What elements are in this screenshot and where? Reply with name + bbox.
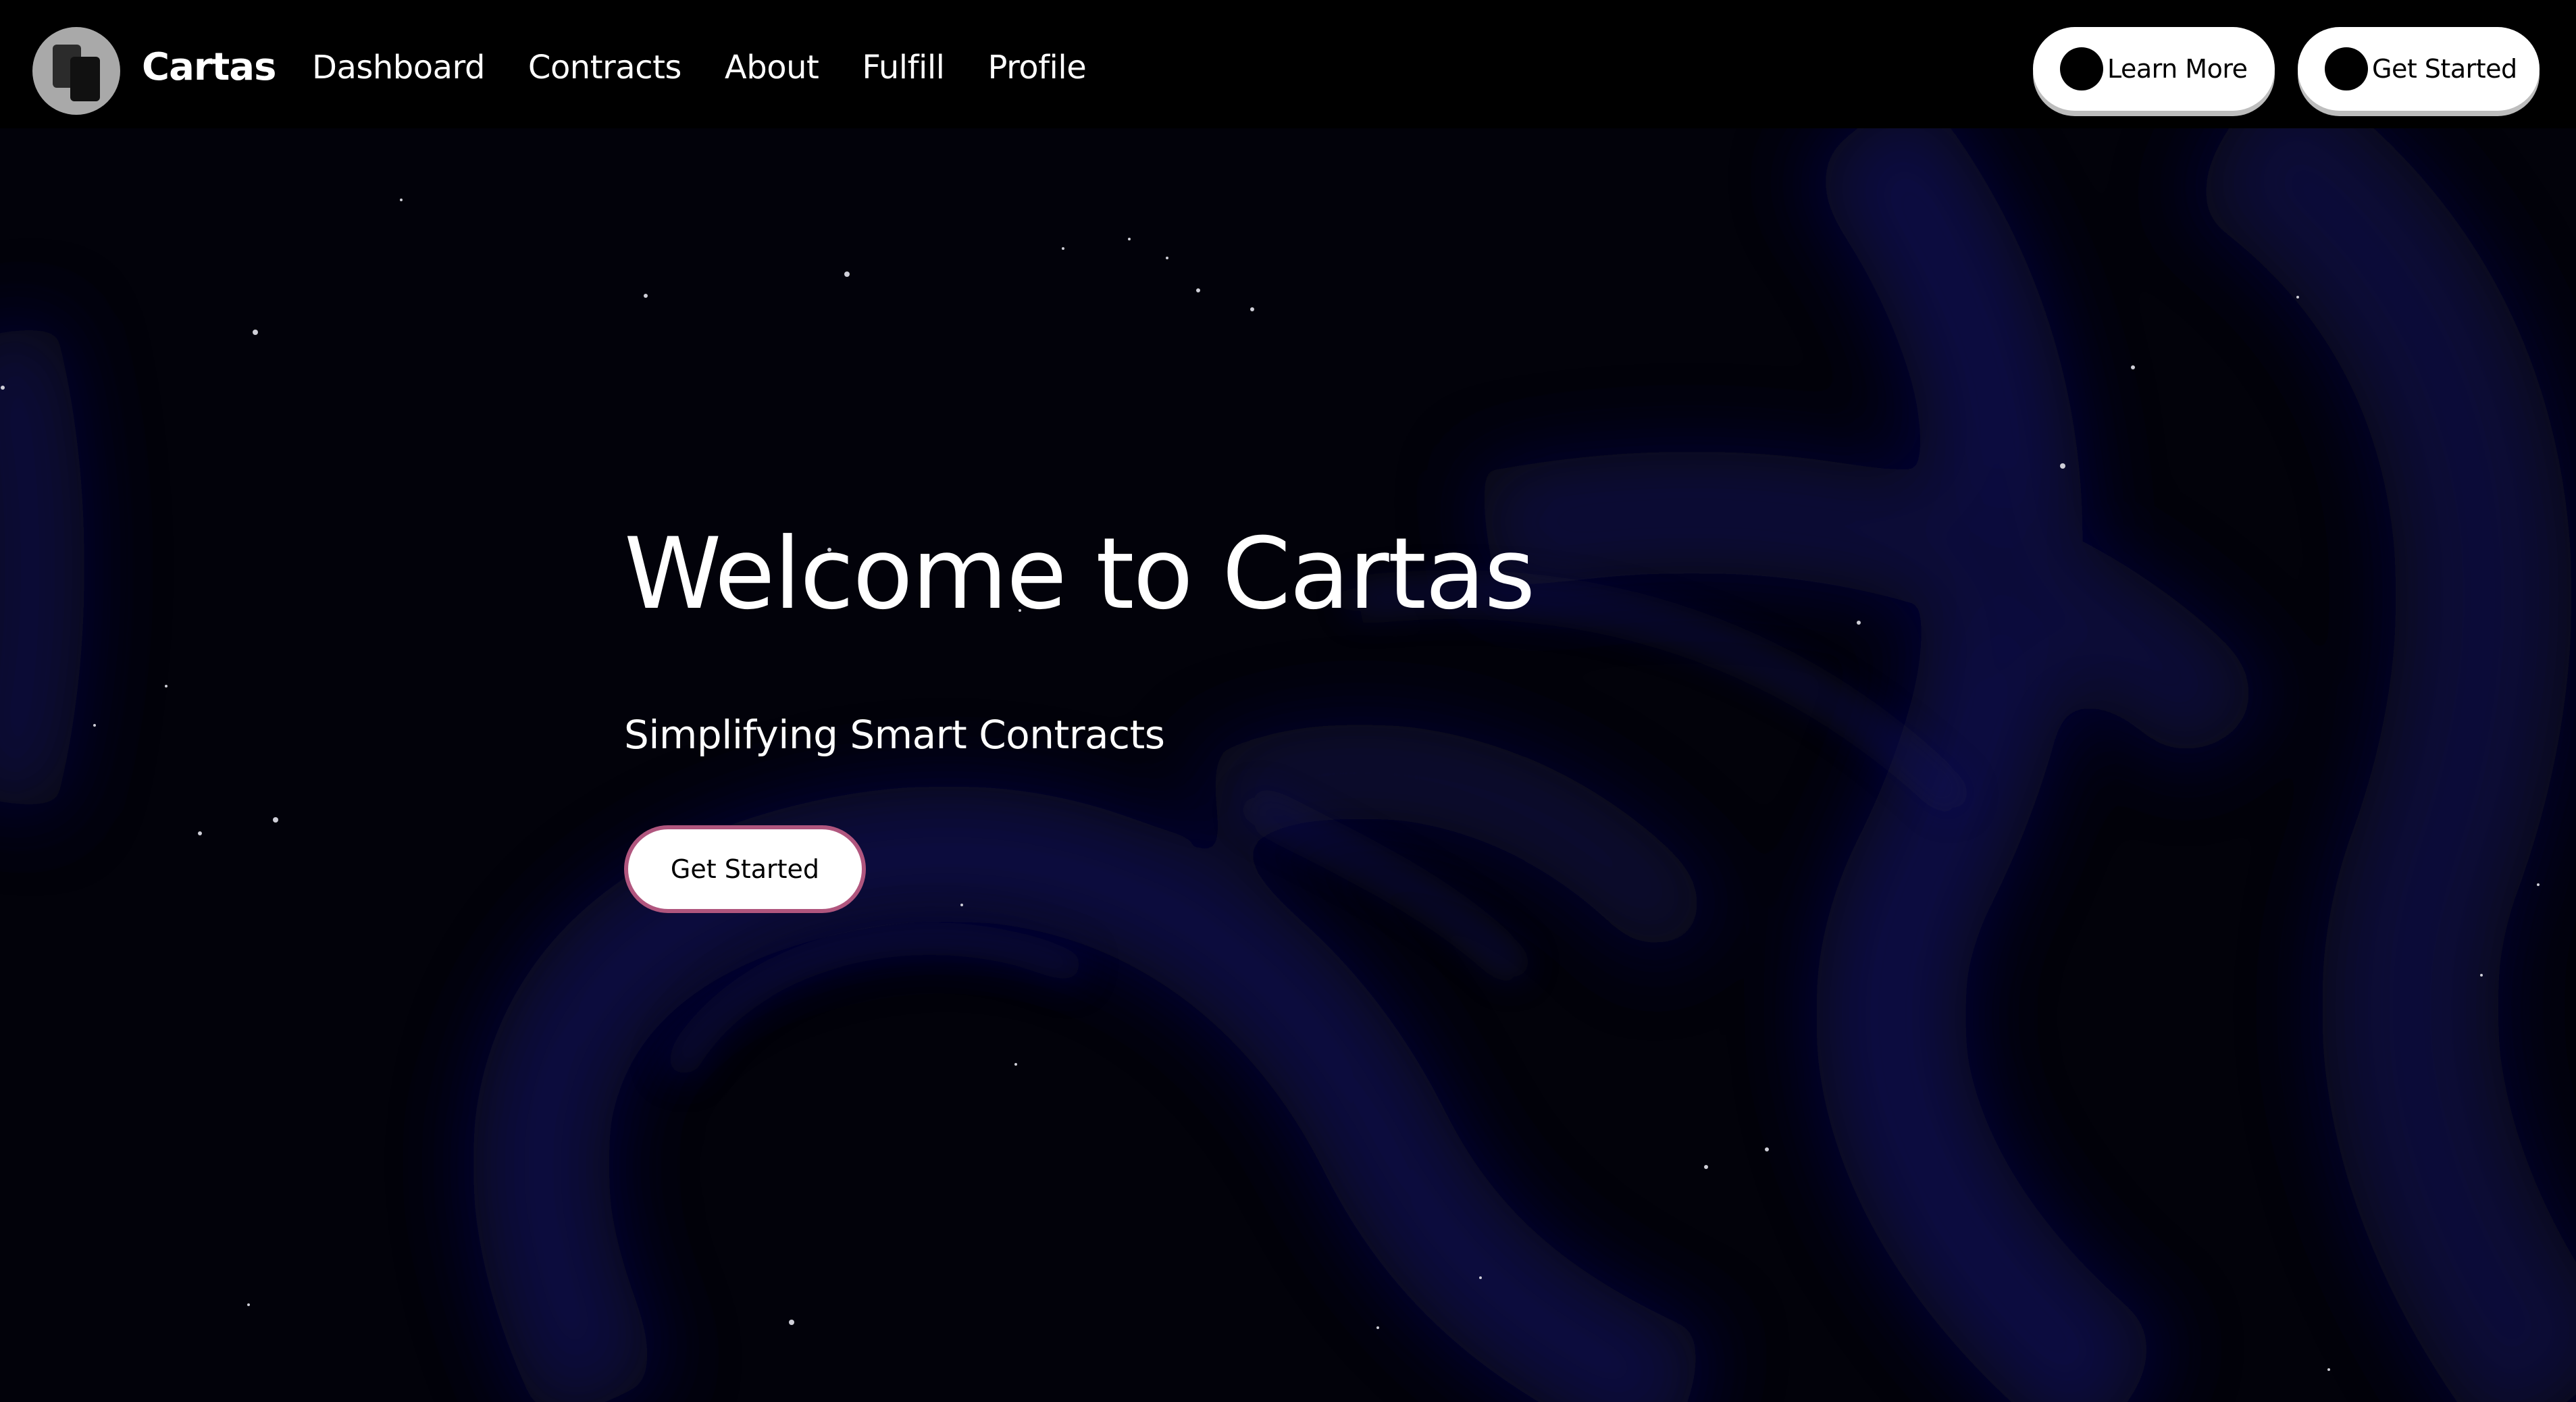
get-started-nav-label: Get Started [2372,54,2517,84]
nav-link-profile[interactable]: Profile [988,43,1087,92]
hero-subtitle: Simplifying Smart Contracts [624,712,1165,758]
nav-link-contracts[interactable]: Contracts [528,43,682,92]
hero-background [0,128,2576,1402]
logo-card-front [70,57,100,101]
nebula-background [0,128,2576,1402]
learn-more-label: Learn More [2107,54,2248,84]
nav-links: Dashboard Contracts About Fulfill Profil… [312,43,1129,92]
nav-link-dashboard[interactable]: Dashboard [312,43,485,92]
dot-icon [2060,47,2103,90]
learn-more-button[interactable]: Learn More [2033,27,2275,111]
get-started-nav-button[interactable]: Get Started [2298,27,2540,111]
nav-link-about[interactable]: About [725,43,819,92]
logo-icon[interactable] [32,27,120,115]
hero-title: Welcome to Cartas [624,517,1535,631]
dot-icon [2325,47,2368,90]
navbar: Cartas Dashboard Contracts About Fulfill… [0,0,2576,128]
brand-name[interactable]: Cartas [142,42,276,93]
nav-link-fulfill[interactable]: Fulfill [862,43,945,92]
get-started-hero-button[interactable]: Get Started [624,825,866,913]
page: Cartas Dashboard Contracts About Fulfill… [0,0,2576,1402]
